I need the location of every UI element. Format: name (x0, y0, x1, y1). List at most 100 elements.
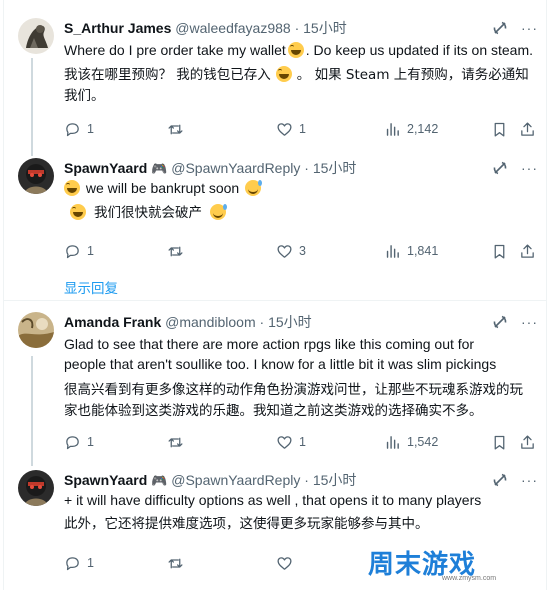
reply-count: 1 (87, 244, 94, 258)
gamepad-badge-icon: 🎮 (151, 473, 168, 488)
tweet-header: Amanda Frank @mandibloom · 15小时 ··· (64, 312, 538, 332)
grok-icon[interactable] (492, 160, 508, 176)
bookmark-icon (494, 122, 505, 137)
like-button[interactable]: 1 (276, 119, 306, 139)
retweet-button[interactable] (167, 553, 184, 573)
display-name[interactable]: SpawnYaard (64, 160, 147, 176)
grok-icon[interactable] (492, 472, 508, 488)
reply-button[interactable]: 1 (64, 432, 94, 452)
user-handle[interactable]: @mandibloom (165, 314, 255, 330)
retweet-icon (168, 558, 183, 568)
like-count: 1 (299, 435, 306, 449)
tweet-text: + it will have difficulty options as wel… (64, 492, 482, 508)
reply-button[interactable]: 1 (64, 241, 94, 261)
reply-count: 1 (87, 556, 94, 570)
like-button[interactable]: 3 (276, 241, 306, 261)
more-options-icon[interactable]: ··· (521, 18, 538, 38)
tweet-actions: 1 1 1,542 (64, 432, 538, 452)
retweet-icon (168, 437, 183, 447)
reply-icon (66, 435, 79, 449)
views-button[interactable]: 1,542 (384, 432, 438, 452)
reply-icon (66, 556, 79, 570)
share-icon (521, 243, 534, 258)
grinning-sweat-emoji-icon (245, 180, 263, 196)
separator-dot: · (259, 314, 265, 330)
views-button[interactable]: 2,142 (384, 119, 438, 139)
tweet-header: SpawnYaard 🎮 @SpawnYaardReply · 15小时 ··· (64, 470, 538, 490)
tweet[interactable]: Amanda Frank @mandibloom · 15小时 ··· Glad… (4, 312, 546, 462)
tweet-text: we will be bankrupt soon (64, 178, 538, 198)
grinning-sweat-emoji-icon (210, 204, 227, 220)
retweet-button[interactable] (167, 119, 184, 139)
user-handle[interactable]: @SpawnYaardReply (171, 472, 300, 488)
views-icon (386, 122, 399, 136)
separator-dot: · (304, 160, 309, 176)
share-button[interactable] (519, 241, 536, 261)
like-button[interactable]: 1 (276, 432, 306, 452)
tweet[interactable]: S_Arthur James @waleedfayaz988 · 15小时 ··… (4, 14, 546, 144)
watermark-logo: 周末游戏 www.zmysm.com (368, 540, 543, 586)
tweet[interactable]: SpawnYaard 🎮 @SpawnYaardReply · 15小时 ···… (4, 158, 546, 268)
share-icon (521, 434, 534, 449)
bookmark-button[interactable] (491, 119, 508, 139)
display-name[interactable]: Amanda Frank (64, 314, 161, 330)
bookmark-icon (494, 244, 505, 259)
reply-icon (66, 244, 79, 258)
heart-icon (277, 244, 292, 258)
retweet-icon (168, 246, 183, 256)
bookmark-icon (494, 435, 505, 450)
tweet-actions: 1 1 2,142 (64, 119, 538, 139)
tweet-text: Where do I pre order take my wallet. Do … (64, 42, 534, 58)
views-button[interactable]: 1,841 (384, 241, 438, 261)
more-options-icon[interactable]: ··· (521, 158, 538, 178)
heart-icon (277, 435, 292, 449)
share-icon (521, 121, 534, 136)
tweet-text: Glad to see that there are more action r… (64, 336, 497, 372)
avatar[interactable] (18, 312, 54, 348)
retweet-icon (168, 124, 183, 134)
reply-button[interactable]: 1 (64, 119, 94, 139)
timestamp[interactable]: 15小时 (268, 314, 312, 330)
avatar[interactable] (18, 470, 54, 506)
display-name[interactable]: SpawnYaard (64, 472, 147, 488)
views-count: 1,841 (407, 244, 439, 258)
tweet-header: S_Arthur James @waleedfayaz988 · 15小时 ··… (64, 18, 538, 38)
user-handle[interactable]: @SpawnYaardReply (171, 160, 300, 176)
views-icon (386, 244, 399, 258)
divider (3, 300, 547, 301)
tweet-header: SpawnYaard 🎮 @SpawnYaardReply · 15小时 ··· (64, 158, 538, 178)
grok-icon[interactable] (492, 314, 508, 330)
views-icon (386, 435, 399, 449)
like-count: 1 (299, 122, 306, 136)
timestamp[interactable]: 15小时 (313, 160, 357, 176)
views-count: 2,142 (407, 122, 439, 136)
share-button[interactable] (519, 432, 536, 452)
avatar[interactable] (18, 18, 54, 54)
heart-icon (277, 556, 292, 570)
user-handle[interactable]: @waleedfayaz988 (175, 20, 290, 36)
crying-laughing-emoji-icon (64, 180, 80, 196)
like-button[interactable] (276, 553, 293, 573)
more-options-icon[interactable]: ··· (521, 470, 538, 490)
bookmark-button[interactable] (491, 432, 508, 452)
retweet-button[interactable] (167, 432, 184, 452)
tweet-actions: 1 (64, 553, 356, 573)
retweet-button[interactable] (167, 241, 184, 261)
crying-laughing-emoji-icon (70, 204, 86, 220)
share-button[interactable] (519, 119, 536, 139)
crying-laughing-emoji-icon (287, 42, 304, 58)
heart-icon (277, 122, 292, 136)
grok-icon[interactable] (492, 20, 508, 36)
avatar[interactable] (18, 158, 54, 194)
bookmark-button[interactable] (491, 241, 508, 261)
separator-dot: · (294, 20, 300, 36)
more-options-icon[interactable]: ··· (521, 312, 538, 332)
tweet-translation: 我们很快就会破产 (64, 203, 538, 224)
display-name[interactable]: S_Arthur James (64, 20, 171, 36)
reply-button[interactable]: 1 (64, 553, 94, 573)
show-replies-link[interactable]: 显示回复 (64, 277, 118, 297)
timestamp[interactable]: 15小时 (303, 20, 347, 36)
crying-laughing-emoji-icon (275, 66, 292, 82)
reply-count: 1 (87, 435, 94, 449)
timestamp[interactable]: 15小时 (313, 472, 357, 488)
